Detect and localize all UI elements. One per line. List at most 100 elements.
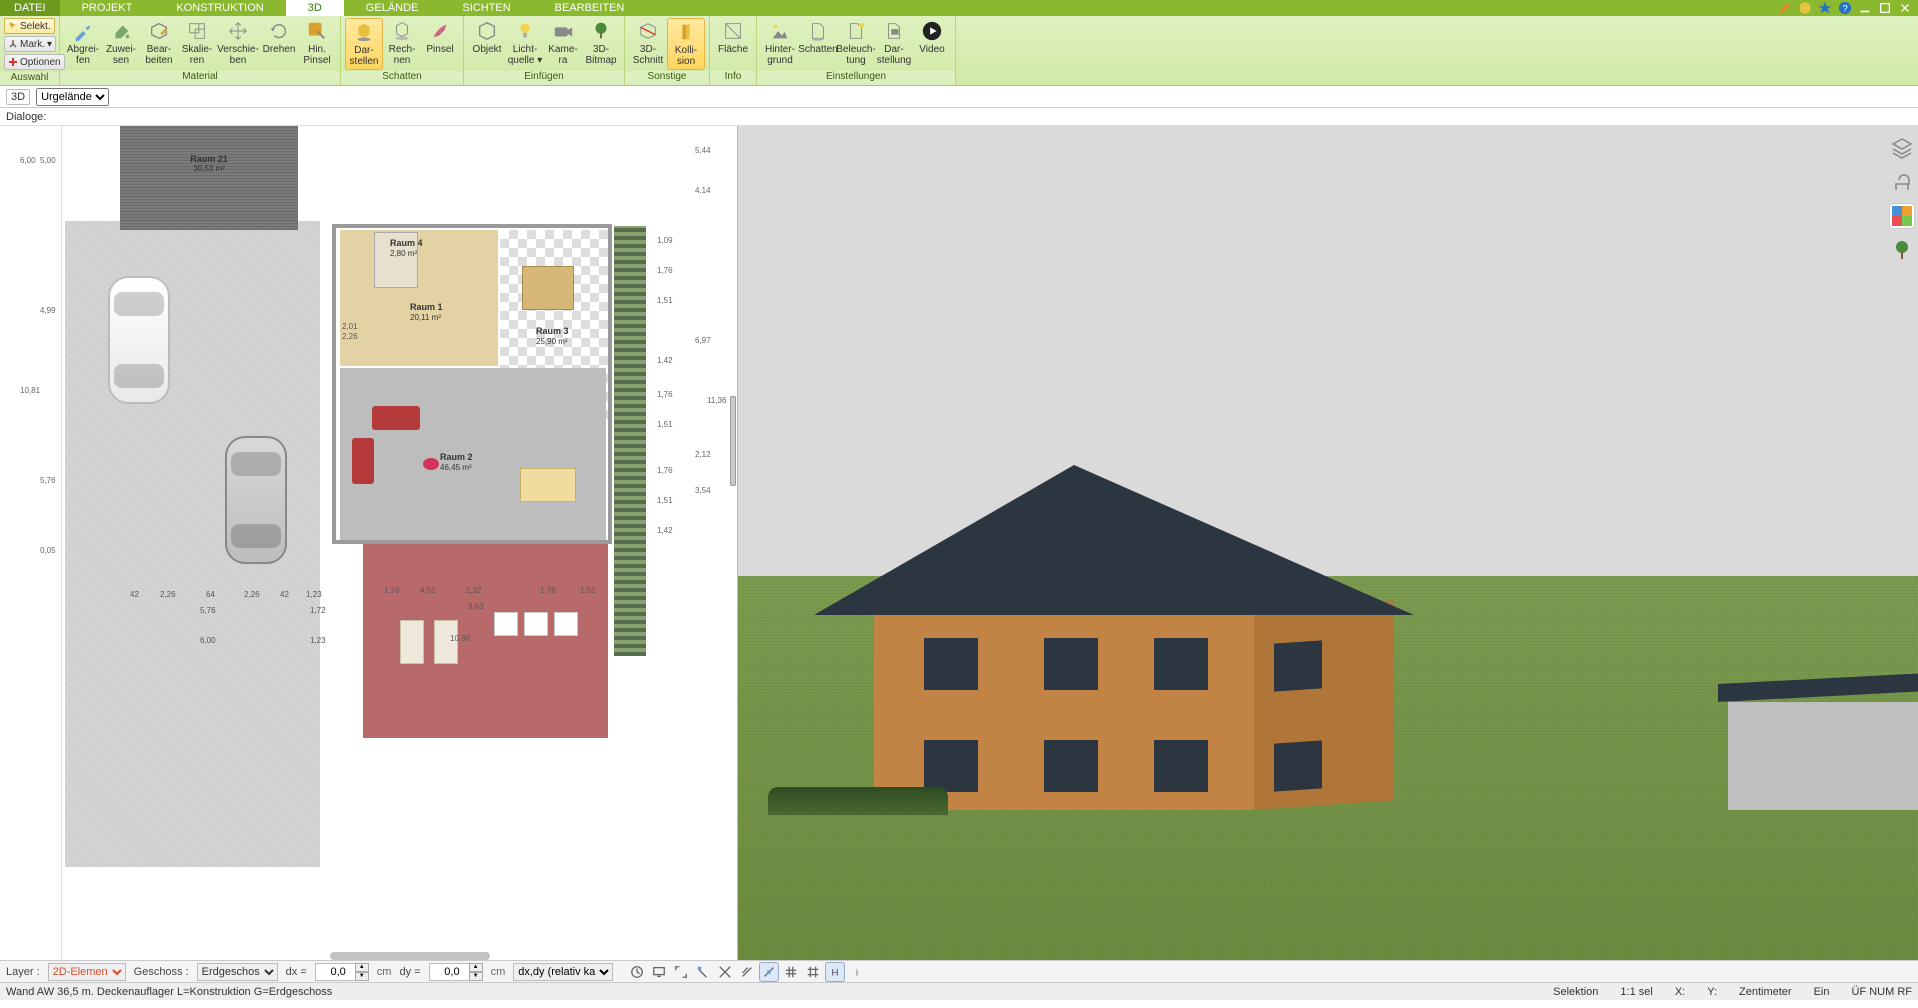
vt-materials[interactable] bbox=[1890, 204, 1914, 228]
background-icon bbox=[768, 20, 792, 42]
floorplan-pane[interactable]: 6,00 5,00 4,99 10,81 5,76 0,05 5,44 4,14… bbox=[0, 126, 738, 960]
snap-parallel-icon[interactable] bbox=[737, 962, 757, 982]
beanbag[interactable] bbox=[423, 458, 439, 470]
lightbulb-icon bbox=[513, 20, 537, 42]
tab-projekt[interactable]: PROJEKT bbox=[60, 0, 155, 16]
btn-beleuchtung[interactable]: Beleuch- tung bbox=[837, 18, 875, 68]
btn-schatten-rechnen[interactable]: Rech- nen bbox=[383, 18, 421, 68]
btn-hinpinsel[interactable]: Hin. Pinsel bbox=[298, 18, 336, 68]
sofa-1[interactable] bbox=[372, 406, 420, 430]
snap-screen-icon[interactable] bbox=[649, 962, 669, 982]
status-text: Wand AW 36,5 m. Deckenauflager L=Konstru… bbox=[6, 986, 332, 998]
dx-spinner[interactable]: ▲▼ bbox=[355, 963, 369, 981]
dim-door-2: 2,26 bbox=[342, 332, 358, 341]
room-garage[interactable]: Raum 21 30,53 m² bbox=[120, 126, 298, 230]
btn-kamera[interactable]: Kame- ra bbox=[544, 18, 582, 68]
tab-datei[interactable]: DATEI bbox=[0, 0, 60, 16]
btn-skalieren[interactable]: Skalie- ren bbox=[178, 18, 216, 68]
house-3d[interactable] bbox=[834, 490, 1334, 810]
layer-select-top[interactable]: Urgelände bbox=[36, 88, 109, 106]
patio-chair-2[interactable] bbox=[554, 612, 578, 636]
btn-3d-schnitt[interactable]: 3D- Schnitt bbox=[629, 18, 667, 68]
snap-clock-icon[interactable] bbox=[627, 962, 647, 982]
snap-info-icon[interactable]: i bbox=[847, 962, 867, 982]
cube-icon[interactable] bbox=[1798, 1, 1812, 15]
dim-b-0: 2,26 bbox=[160, 590, 176, 599]
btn-schatten-pinsel[interactable]: Pinsel bbox=[421, 18, 459, 57]
lounger-1[interactable] bbox=[400, 620, 424, 664]
btn-schatten-darstellen[interactable]: Dar- stellen bbox=[345, 18, 383, 70]
btn-zuweisen[interactable]: Zuwei- sen bbox=[102, 18, 140, 68]
label-raum3: Raum 325,90 m² bbox=[536, 326, 569, 346]
window-maximize-icon[interactable] bbox=[1878, 1, 1892, 15]
snap-h-icon[interactable]: H bbox=[825, 962, 845, 982]
status-selektion: Selektion bbox=[1553, 986, 1598, 998]
vt-furniture[interactable] bbox=[1890, 170, 1914, 194]
room-2[interactable] bbox=[340, 368, 606, 540]
dialoge-label: Dialoge: bbox=[6, 111, 46, 123]
layer-select[interactable]: 2D-Elemen bbox=[48, 963, 126, 981]
btn-bearbeiten[interactable]: Bear- beiten bbox=[140, 18, 178, 68]
patio-chair-1[interactable] bbox=[524, 612, 548, 636]
tab-gelaende[interactable]: GELÄNDE bbox=[344, 0, 441, 16]
dim-t-2: 2,32 bbox=[466, 586, 482, 595]
snap-corners-icon[interactable] bbox=[671, 962, 691, 982]
status-scale: 1:1 sel bbox=[1620, 986, 1652, 998]
btn-flaeche[interactable]: Fläche bbox=[714, 18, 752, 57]
window-lm bbox=[1044, 740, 1098, 792]
rel-combo[interactable]: dx,dy (relativ ka bbox=[513, 963, 613, 981]
window-minimize-icon[interactable] bbox=[1858, 1, 1872, 15]
pencil-icon[interactable] bbox=[1778, 1, 1792, 15]
window-side-u bbox=[1274, 640, 1322, 691]
snap-grid-icon[interactable] bbox=[781, 962, 801, 982]
btn-video[interactable]: Video bbox=[913, 18, 951, 57]
tab-3d[interactable]: 3D bbox=[286, 0, 344, 16]
pane-splitter[interactable] bbox=[730, 396, 736, 486]
garage-3d[interactable] bbox=[1728, 702, 1918, 810]
car-1[interactable] bbox=[108, 276, 170, 404]
btn-selekt[interactable]: Selekt. bbox=[4, 18, 55, 34]
dining-table[interactable] bbox=[520, 468, 576, 502]
patio-chair-3[interactable] bbox=[494, 612, 518, 636]
geschoss-select[interactable]: Erdgeschos bbox=[197, 963, 278, 981]
3d-view-pane[interactable] bbox=[738, 126, 1918, 960]
scale-icon bbox=[185, 20, 209, 42]
btn-hintergrund[interactable]: Hinter- grund bbox=[761, 18, 799, 68]
btn-abgreifen[interactable]: Abgrei- fen bbox=[64, 18, 102, 68]
star-icon[interactable] bbox=[1818, 1, 1832, 15]
btn-drehen[interactable]: Drehen bbox=[260, 18, 298, 57]
btn-optionen[interactable]: Optionen bbox=[4, 54, 65, 70]
floorplan-hscroll[interactable] bbox=[330, 952, 490, 960]
view-mode-token[interactable]: 3D bbox=[6, 89, 30, 105]
window-close-icon[interactable] bbox=[1898, 1, 1912, 15]
snap-intersect-icon[interactable] bbox=[715, 962, 735, 982]
snap-endpoint-icon[interactable] bbox=[693, 962, 713, 982]
kitchen-table[interactable] bbox=[522, 266, 574, 310]
btn-3d-bitmap[interactable]: 3D- Bitmap bbox=[582, 18, 620, 68]
vt-plants[interactable] bbox=[1890, 238, 1914, 262]
tab-bearbeiten[interactable]: BEARBEITEN bbox=[533, 0, 647, 16]
vt-layers[interactable] bbox=[1890, 136, 1914, 160]
snap-perp-icon[interactable] bbox=[759, 962, 779, 982]
btn-kollision[interactable]: Kolli- sion bbox=[667, 18, 705, 70]
view-toolbar bbox=[1886, 126, 1918, 272]
tab-sichten[interactable]: SICHTEN bbox=[440, 0, 532, 16]
car-2[interactable] bbox=[225, 436, 287, 564]
btn-verschieben[interactable]: Verschie- ben bbox=[216, 18, 260, 68]
floorplan-canvas[interactable]: 6,00 5,00 4,99 10,81 5,76 0,05 5,44 4,14… bbox=[0, 126, 737, 960]
btn-lichtquelle[interactable]: Licht- quelle ▾ bbox=[506, 18, 544, 68]
dy-spinner[interactable]: ▲▼ bbox=[469, 963, 483, 981]
btn-mark[interactable]: Mark.▾ bbox=[4, 36, 56, 52]
dim-door-1: 2,01 bbox=[342, 322, 358, 331]
snap-hash-icon[interactable] bbox=[803, 962, 823, 982]
help-icon[interactable]: ? bbox=[1838, 1, 1852, 15]
view-selector-bar: 3D Urgelände bbox=[0, 86, 1918, 108]
sofa-2[interactable] bbox=[352, 438, 374, 484]
btn-darstellung[interactable]: Dar- stellung bbox=[875, 18, 913, 68]
main-split: 6,00 5,00 4,99 10,81 5,76 0,05 5,44 4,14… bbox=[0, 126, 1918, 960]
btn-einst-schatten[interactable]: Schatten bbox=[799, 18, 837, 57]
group-einfuegen-label: Einfügen bbox=[464, 71, 624, 85]
tree-bitmap-icon bbox=[589, 20, 613, 42]
tab-konstruktion[interactable]: KONSTRUKTION bbox=[154, 0, 285, 16]
btn-objekt[interactable]: Objekt bbox=[468, 18, 506, 57]
